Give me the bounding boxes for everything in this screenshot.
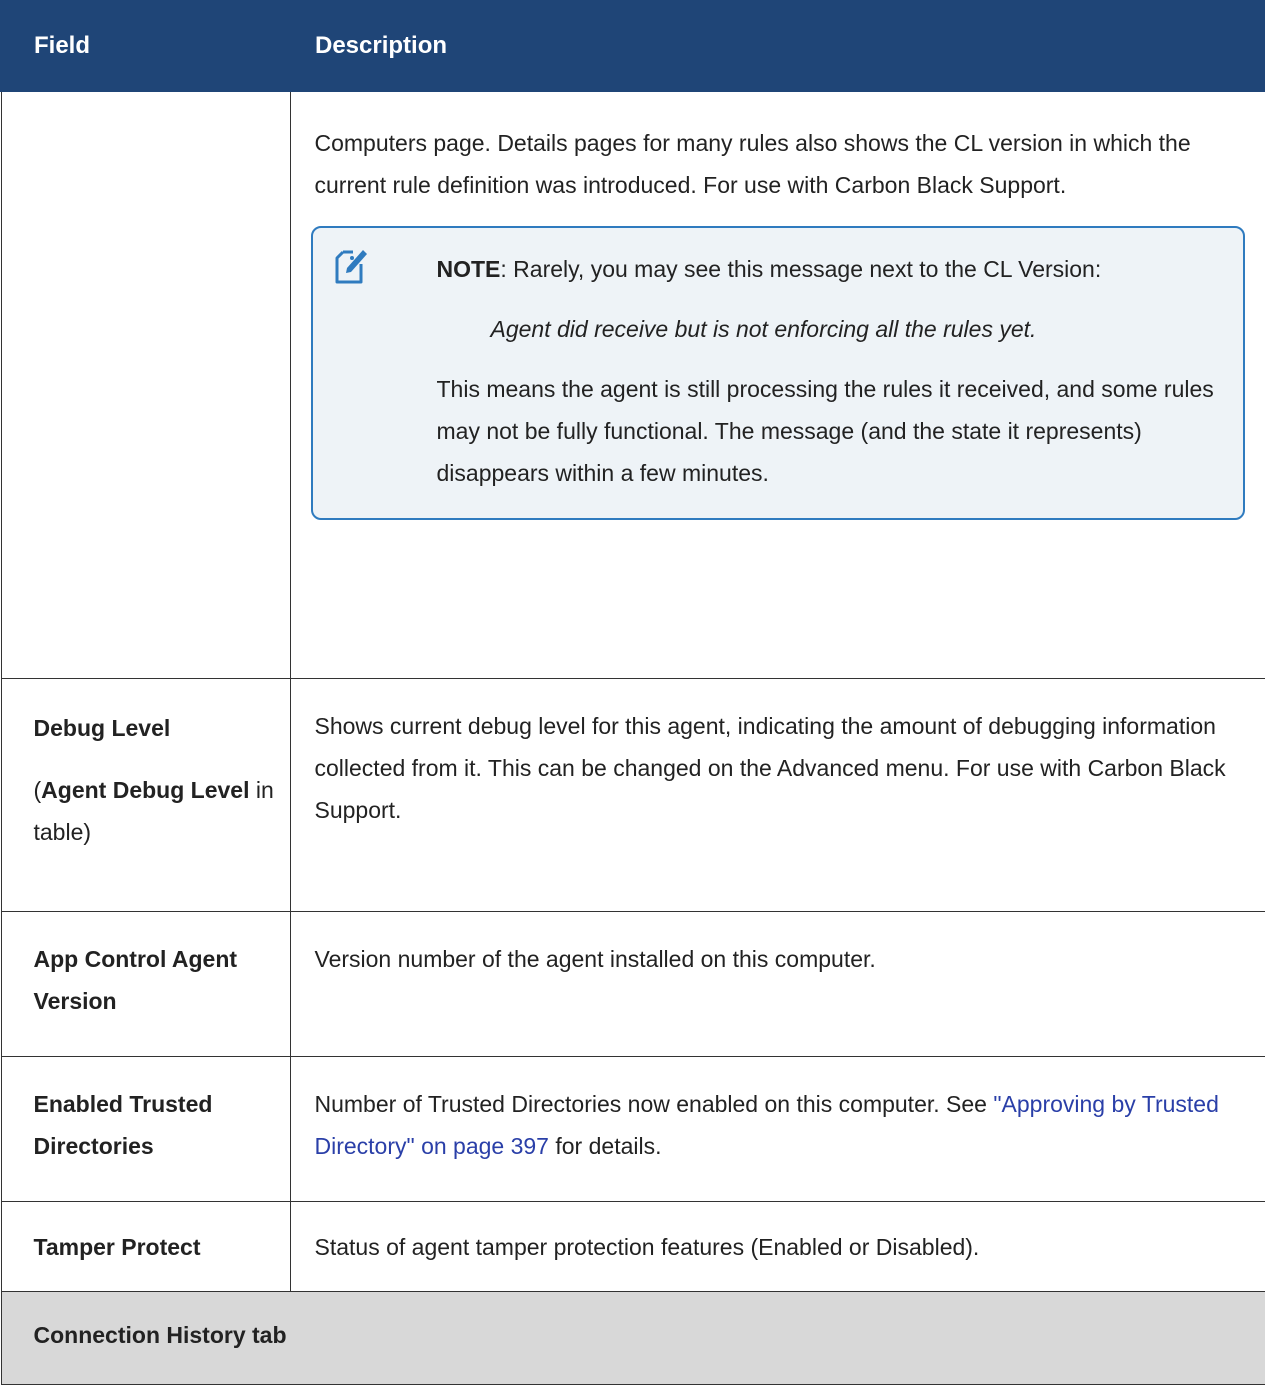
table-row: App Control Agent Version Version number… [0,910,1265,1057]
note-quote: Agent did receive but is not enforcing a… [490,316,1037,342]
column-header-description: Description [289,0,1265,92]
column-header-field: Field [0,0,291,92]
field-cell: App Control Agent Version [0,910,291,1057]
note-label: NOTE [436,256,501,282]
field-description-table: Field Description Computers page. Detail… [0,0,1265,1385]
field-cell [0,92,291,679]
description-cell: Version number of the agent installed on… [289,910,1265,1057]
section-row: Connection History tab [0,1290,1265,1385]
table-row: Enabled Trusted Directories Number of Tr… [0,1055,1265,1202]
note-text: : Rarely, you may see this message next … [500,256,1102,282]
section-title: Connection History tab [0,1290,1265,1385]
table-header-row: Field Description [0,0,1265,92]
field-cell: Debug Level (Agent Debug Level in table) [0,677,291,912]
description-cell: Shows current debug level for this agent… [289,677,1265,912]
description-cell: Status of agent tamper protection featur… [289,1200,1265,1292]
table-row: Computers page. Details pages for many r… [0,92,1265,679]
description-text: Computers page. Details pages for many r… [314,130,1191,198]
field-cell: Enabled Trusted Directories [0,1055,291,1202]
note-callout: NOTE: Rarely, you may see this message n… [310,226,1245,520]
note-followup: This means the agent is still processing… [436,376,1214,486]
note-pencil-icon [335,250,367,284]
description-text: Number of Trusted Directories now enable… [314,1090,994,1117]
description-cell: Computers page. Details pages for many r… [289,92,1265,679]
field-alias: (Agent Debug Level in table) [33,776,274,845]
field-cell: Tamper Protect [0,1200,291,1292]
note-intro: NOTE: Rarely, you may see this message n… [437,248,1221,290]
description-text-end: for details. [548,1132,662,1159]
note-body: NOTE: Rarely, you may see this message n… [437,248,1221,494]
table-row: Debug Level (Agent Debug Level in table)… [0,677,1265,912]
description-cell: Number of Trusted Directories now enable… [289,1055,1265,1202]
table-row: Tamper Protect Status of agent tamper pr… [0,1200,1265,1292]
field-name: Debug Level [33,714,171,741]
